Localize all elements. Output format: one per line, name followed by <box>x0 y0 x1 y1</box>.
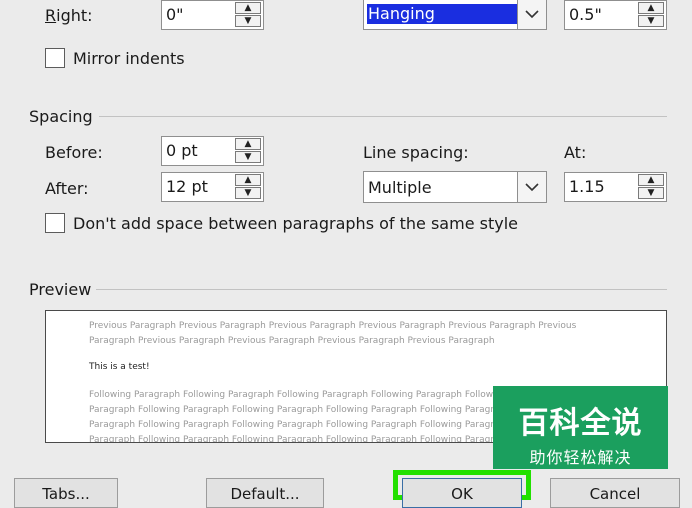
spin-down-icon[interactable]: ▼ <box>235 187 261 199</box>
special-indent-select[interactable]: Hanging <box>363 0 547 30</box>
at-label: At: <box>564 143 587 162</box>
preview-divider <box>96 289 667 290</box>
after-field[interactable]: 12 pt ▲ ▼ <box>161 172 264 202</box>
before-value: 0 pt <box>166 141 198 160</box>
indent-by-spinner[interactable]: ▲ ▼ <box>638 2 664 28</box>
at-value: 1.15 <box>569 177 605 196</box>
right-indent-value: 0" <box>166 5 184 24</box>
dont-add-space-checkbox[interactable] <box>45 213 65 233</box>
after-value: 12 pt <box>166 177 208 196</box>
preview-following-line: Paragraph Following Paragraph Following … <box>89 405 556 415</box>
spin-down-icon[interactable]: ▼ <box>235 15 261 27</box>
preview-following-line: Paragraph Following Paragraph Following … <box>89 420 556 430</box>
right-indent-field[interactable]: 0" ▲ ▼ <box>161 0 264 30</box>
right-indent-label-rest: ight: <box>56 6 93 25</box>
spin-down-icon[interactable]: ▼ <box>235 151 261 163</box>
preview-sample-text: This is a test! <box>89 362 150 372</box>
at-field[interactable]: 1.15 ▲ ▼ <box>564 172 667 202</box>
right-indent-spinner[interactable]: ▲ ▼ <box>235 2 261 28</box>
spin-up-icon[interactable]: ▲ <box>638 174 664 186</box>
watermark-title: 百科全说 <box>518 406 643 441</box>
line-spacing-value: Multiple <box>368 178 432 197</box>
dont-add-space-label: Don't add space between paragraphs of th… <box>73 214 518 233</box>
chevron-down-icon[interactable] <box>517 0 546 29</box>
spacing-divider <box>99 116 667 117</box>
watermark-subtitle: 助你轻松解决 <box>529 448 632 467</box>
before-spinner[interactable]: ▲ ▼ <box>235 138 261 164</box>
preview-previous-line: Paragraph Previous Paragraph Previous Pa… <box>89 336 495 346</box>
spin-up-icon[interactable]: ▲ <box>638 2 664 14</box>
spin-down-icon[interactable]: ▼ <box>638 15 664 27</box>
cancel-button[interactable]: Cancel <box>550 478 680 508</box>
default-button[interactable]: Default... <box>206 478 324 508</box>
tabs-button[interactable]: Tabs... <box>14 478 118 508</box>
after-spinner[interactable]: ▲ ▼ <box>235 174 261 200</box>
preview-following-line: Paragraph Following Paragraph Following … <box>89 435 556 443</box>
spin-up-icon[interactable]: ▲ <box>235 138 261 150</box>
before-field[interactable]: 0 pt ▲ ▼ <box>161 136 264 166</box>
chevron-down-icon[interactable] <box>517 172 546 202</box>
at-spinner[interactable]: ▲ ▼ <box>638 174 664 200</box>
line-spacing-select[interactable]: Multiple <box>363 171 547 203</box>
right-indent-label: Right: <box>45 6 93 25</box>
line-spacing-label: Line spacing: <box>363 143 469 162</box>
spin-up-icon[interactable]: ▲ <box>235 174 261 186</box>
before-label: Before: <box>45 143 103 162</box>
ok-button[interactable]: OK <box>402 478 522 508</box>
special-indent-value: Hanging <box>368 4 435 23</box>
preview-previous-line: Previous Paragraph Previous Paragraph Pr… <box>89 321 577 331</box>
watermark-logo: 百科全说 助你轻松解决 <box>493 386 668 469</box>
after-label: After: <box>45 179 89 198</box>
indent-by-field[interactable]: 0.5" ▲ ▼ <box>564 0 667 30</box>
spacing-section-title: Spacing <box>29 107 93 126</box>
spin-up-icon[interactable]: ▲ <box>235 2 261 14</box>
preview-following-line: Following Paragraph Following Paragraph … <box>89 390 556 400</box>
spin-down-icon[interactable]: ▼ <box>638 187 664 199</box>
indent-by-value: 0.5" <box>569 5 602 24</box>
mirror-indents-label: Mirror indents <box>73 49 185 68</box>
preview-section-title: Preview <box>29 280 92 299</box>
mirror-indents-checkbox[interactable] <box>45 48 65 68</box>
